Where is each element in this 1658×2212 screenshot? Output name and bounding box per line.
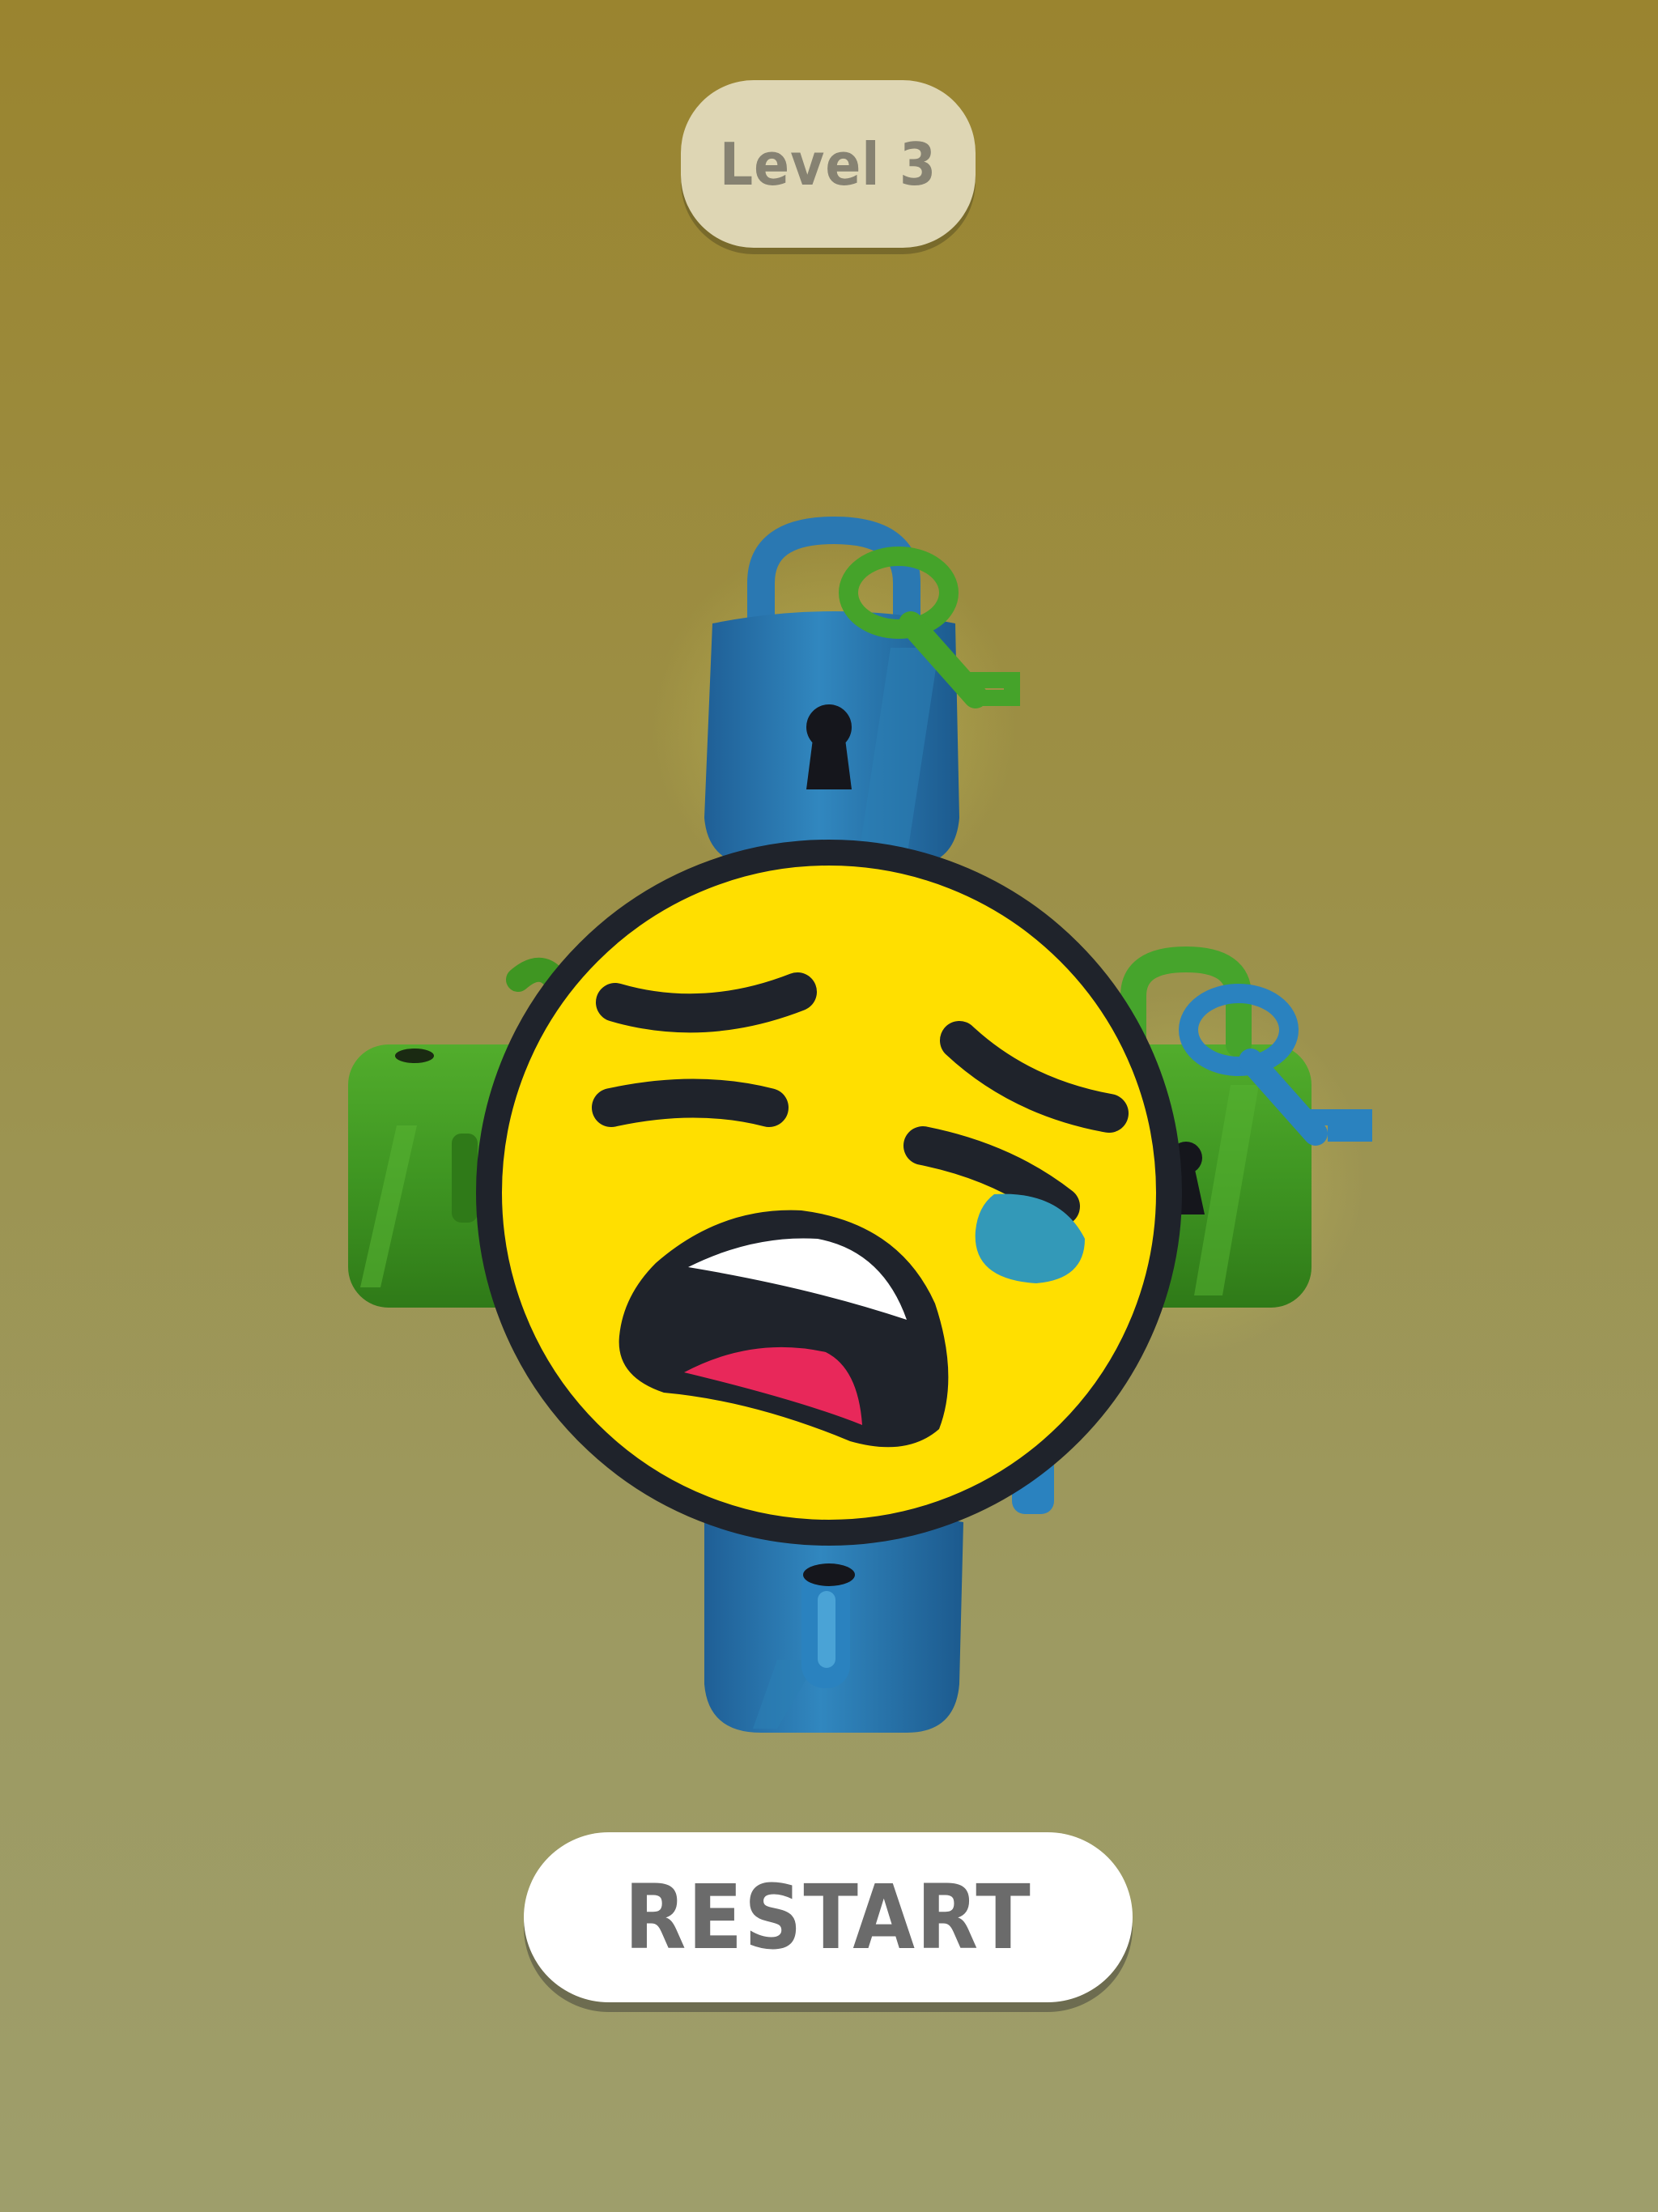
restart-button[interactable]: RESTART [524, 1832, 1133, 2002]
crying-face-icon [476, 840, 1182, 1546]
restart-label: RESTART [624, 1865, 1032, 1969]
